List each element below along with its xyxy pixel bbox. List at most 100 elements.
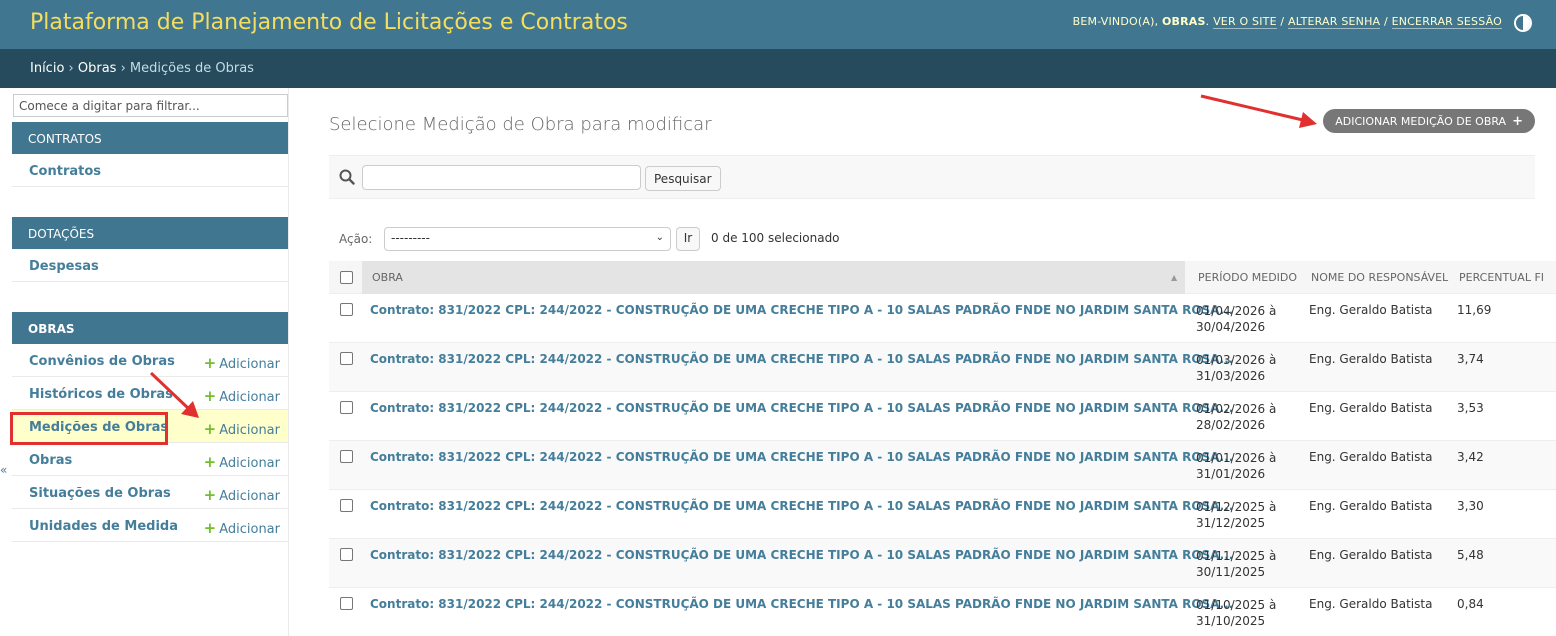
add-link[interactable]: + Adicionar [204,354,280,372]
sidebar-item-label[interactable]: Situações de Obras [29,486,171,501]
search-input[interactable] [362,165,641,190]
obra-link[interactable]: Contrato: 831/2022 CPL: 244/2022 - CONST… [370,352,1233,366]
row-checkbox[interactable] [340,303,353,316]
plus-icon: + [203,519,217,537]
periodo-cell: 01/01/2026 à 31/01/2026 [1196,450,1276,482]
obra-link[interactable]: Contrato: 831/2022 CPL: 244/2022 - CONST… [370,499,1233,513]
sidebar-collapse-toggle[interactable]: « [0,463,7,477]
sidebar-item-situacoes[interactable]: Situações de Obras + Adicionar [12,476,288,509]
search-icon [339,169,355,185]
plus-icon: + [203,486,217,504]
sidebar-item-label[interactable]: Contratos [29,164,101,179]
add-link[interactable]: + Adicionar [204,387,280,405]
welcome-text: Bem-vindo(a), [1072,15,1159,28]
breadcrumb-section[interactable]: Obras [78,61,117,76]
row-checkbox[interactable] [340,597,353,610]
obra-link[interactable]: Contrato: 831/2022 CPL: 244/2022 - CONST… [370,303,1233,317]
obra-link[interactable]: Contrato: 831/2022 CPL: 244/2022 - CONST… [370,450,1233,464]
periodo-start: 01/03/2026 à [1196,353,1277,367]
periodo-cell: 01/10/2025 à 31/10/2025 [1196,597,1276,629]
sidebar-item-label[interactable]: Despesas [29,259,99,274]
periodo-cell: 01/02/2026 à 28/02/2026 [1196,401,1276,433]
add-link[interactable]: + Adicionar [204,486,280,504]
percentual-cell: 11,69 [1457,303,1492,317]
add-link[interactable]: + Adicionar [204,519,280,537]
periodo-start: 01/02/2026 à [1196,402,1277,416]
plus-icon: + [203,354,217,372]
plus-icon: + [203,420,217,438]
responsavel-cell: Eng. Geraldo Batista [1309,597,1433,611]
search-toolbar: Pesquisar [329,155,1535,199]
chevron-down-icon: ⌄ [655,232,664,243]
add-label: Adicionar [219,357,280,372]
module-caption[interactable]: Obras [12,312,288,344]
responsavel-cell: Eng. Geraldo Batista [1309,450,1433,464]
module-caption[interactable]: Dotações [12,217,288,249]
sidebar: Contratos Contratos Dotações Despesas Ob… [0,88,289,636]
responsavel-cell: Eng. Geraldo Batista [1309,499,1433,513]
column-header-periodo[interactable]: Período medido [1198,271,1297,284]
sort-ascending-icon[interactable]: ▲ [1171,273,1177,282]
table-row: Contrato: 831/2022 CPL: 244/2022 - CONST… [329,343,1556,392]
responsavel-cell: Eng. Geraldo Batista [1309,401,1433,415]
percentual-cell: 5,48 [1457,548,1484,562]
row-checkbox[interactable] [340,401,353,414]
results-table: Obra ▲ Período medido Nome do responsáve… [329,261,1556,636]
add-button-label: Adicionar Medição de Obra [1335,115,1507,128]
main-content: Selecione Medição de Obra para modificar… [329,88,1556,636]
column-header-responsavel[interactable]: Nome do responsável [1311,271,1448,284]
nav-filter-input[interactable] [13,94,288,117]
sidebar-item-despesas[interactable]: Despesas [12,249,288,282]
table-row: Contrato: 831/2022 CPL: 244/2022 - CONST… [329,539,1556,588]
annotation-arrow-icon [149,371,199,418]
view-site-link[interactable]: Ver o site [1213,15,1277,29]
module-contratos: Contratos Contratos [12,122,288,187]
row-checkbox[interactable] [340,352,353,365]
periodo-end: 31/12/2025 [1196,516,1266,530]
site-brand[interactable]: Plataforma de Planejamento de Licitações… [30,10,628,35]
periodo-cell: 01/04/2026 à 30/04/2026 [1196,303,1276,335]
change-password-link[interactable]: Alterar senha [1288,15,1381,29]
module-caption[interactable]: Contratos [12,122,288,154]
theme-toggle-icon[interactable] [1514,14,1532,32]
sidebar-item-unidades[interactable]: Unidades de Medida + Adicionar [12,509,288,542]
table-body: Contrato: 831/2022 CPL: 244/2022 - CONST… [329,294,1556,636]
add-medicao-button[interactable]: Adicionar Medição de Obra + [1323,109,1535,133]
logout-link[interactable]: Encerrar sessão [1391,15,1502,29]
table-row: Contrato: 831/2022 CPL: 244/2022 - CONST… [329,441,1556,490]
obra-link[interactable]: Contrato: 831/2022 CPL: 244/2022 - CONST… [370,597,1233,611]
breadcrumb: Início › Obras › Medições de Obras [0,49,1556,88]
periodo-start: 01/10/2025 à [1196,598,1277,612]
row-checkbox[interactable] [340,548,353,561]
sidebar-item-contratos[interactable]: Contratos [12,154,288,187]
search-button[interactable]: Pesquisar [645,166,721,191]
sidebar-item-obras[interactable]: Obras + Adicionar [12,443,288,476]
percentual-cell: 3,74 [1457,352,1484,366]
add-label: Adicionar [219,456,280,471]
row-checkbox[interactable] [340,499,353,512]
table-row: Contrato: 831/2022 CPL: 244/2022 - CONST… [329,294,1556,343]
annotation-arrow-icon [1200,94,1317,128]
action-select[interactable]: --------- ⌄ [384,227,671,251]
username: obras [1162,15,1206,28]
go-button[interactable]: Ir [676,227,700,251]
breadcrumb-current: Medições de Obras [129,61,254,76]
add-link[interactable]: + Adicionar [204,453,280,471]
column-header-obra[interactable]: Obra [372,271,403,284]
column-header-percentual[interactable]: Percentual fi [1459,271,1544,284]
header: Plataforma de Planejamento de Licitações… [0,0,1556,49]
select-all-checkbox[interactable] [340,271,353,284]
row-checkbox[interactable] [340,450,353,463]
sidebar-item-label[interactable]: Convênios de Obras [29,354,175,369]
periodo-start: 01/11/2025 à [1196,549,1277,563]
breadcrumb-home[interactable]: Início [30,61,64,76]
add-link[interactable]: + Adicionar [204,420,280,438]
periodo-end: 31/10/2025 [1196,614,1266,628]
sidebar-item-label[interactable]: Unidades de Medida [29,519,178,534]
sidebar-item-label[interactable]: Obras [29,453,72,468]
obra-link[interactable]: Contrato: 831/2022 CPL: 244/2022 - CONST… [370,548,1233,562]
periodo-end: 30/04/2026 [1196,320,1266,334]
obra-link[interactable]: Contrato: 831/2022 CPL: 244/2022 - CONST… [370,401,1233,415]
table-row: Contrato: 831/2022 CPL: 244/2022 - CONST… [329,490,1556,539]
action-label: Ação: [339,232,373,246]
